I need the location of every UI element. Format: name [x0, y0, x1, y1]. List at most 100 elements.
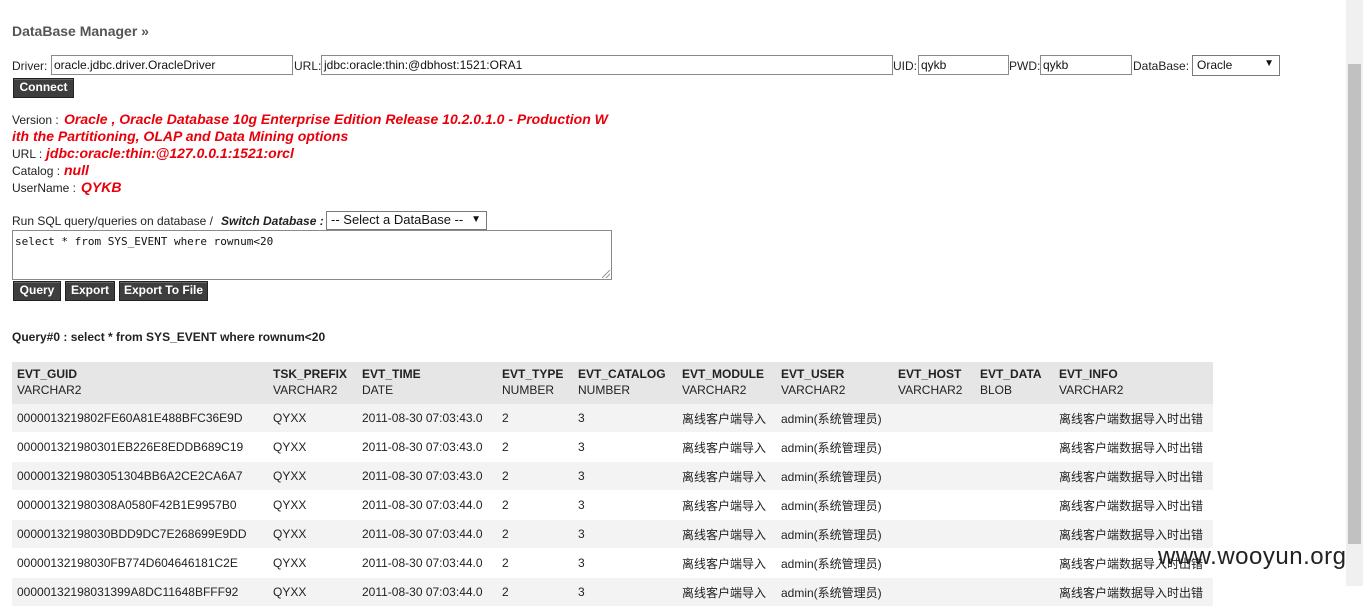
- run-sql-label: Run SQL query/queries on database /: [12, 214, 214, 228]
- column-header[interactable]: EVT_GUID VARCHAR2: [12, 362, 268, 404]
- username-label: UserName :: [12, 181, 77, 195]
- table-cell: 00000132198030BDD9DC7E268699E9DD: [12, 519, 268, 549]
- vertical-scrollbar[interactable]: [1346, 0, 1363, 586]
- scrollbar-thumb[interactable]: [1348, 64, 1361, 544]
- table-cell: 离线客户端数据导入时出错: [1054, 404, 1213, 433]
- table-cell: 离线客户端导入: [677, 404, 776, 433]
- column-header[interactable]: EVT_INFO VARCHAR2: [1054, 362, 1213, 404]
- table-cell: 2011-08-30 07:03:43.0: [357, 404, 497, 433]
- table-cell: 0000013219802FE60A81E488BFC36E9D: [12, 404, 268, 433]
- database-select-value: Oracle: [1197, 58, 1233, 72]
- table-cell: 离线客户端导入: [677, 519, 776, 549]
- column-header[interactable]: EVT_TIME DATE: [357, 362, 497, 404]
- table-cell: 2: [497, 577, 573, 607]
- table-row: 0000013219803051304BB6A2CE2CA6A7 QYXX 2011…: [12, 461, 1213, 491]
- table-row: 00000132198030BDD9DC7E268699E9DD QYXX 2011…: [12, 519, 1213, 549]
- username-value: QYKB: [81, 179, 122, 195]
- column-header[interactable]: EVT_DATA BLOB: [975, 362, 1054, 404]
- column-header[interactable]: EVT_TYPE NUMBER: [497, 362, 573, 404]
- table-cell: 2: [497, 404, 573, 433]
- table-cell: [975, 548, 1054, 578]
- dropdown-arrow-icon: ▼: [471, 214, 481, 225]
- table-cell: admin(系统管理员): [776, 577, 893, 607]
- table-cell: QYXX: [268, 432, 357, 462]
- query-result-title: Query#0 : select * from SYS_EVENT where …: [12, 330, 326, 344]
- table-cell: admin(系统管理员): [776, 548, 893, 578]
- table-cell: 离线客户端数据导入时出错: [1054, 461, 1213, 491]
- table-cell: [893, 404, 975, 433]
- table-cell: 离线客户端数据导入时出错: [1054, 577, 1213, 607]
- table-cell: [893, 490, 975, 520]
- switch-database-value: -- Select a DataBase --: [331, 212, 464, 227]
- column-header[interactable]: EVT_HOST VARCHAR2: [893, 362, 975, 404]
- export-button[interactable]: Export: [65, 281, 115, 301]
- query-button[interactable]: Query: [13, 281, 61, 301]
- url-input[interactable]: jdbc:oracle:thin:@dbhost:1521:ORA1: [321, 55, 893, 75]
- version-value-line1: Oracle , Oracle Database 10g Enterprise …: [64, 111, 608, 127]
- switch-database-label: Switch Database :: [221, 214, 324, 228]
- column-header[interactable]: EVT_MODULE VARCHAR2: [677, 362, 776, 404]
- table-cell: 00000132198030FB774D604646181C2E: [12, 548, 268, 578]
- driver-label: Driver:: [12, 59, 48, 73]
- table-cell: [893, 519, 975, 549]
- database-label: DataBase:: [1133, 59, 1190, 73]
- table-cell: QYXX: [268, 404, 357, 433]
- table-cell: 2: [497, 519, 573, 549]
- dropdown-arrow-icon: ▼: [1264, 58, 1274, 69]
- table-cell: 离线客户端数据导入时出错: [1054, 432, 1213, 462]
- table-cell: 00000132198031399A8DC11648BFFF92: [12, 577, 268, 607]
- table-cell: [893, 577, 975, 607]
- page-title: DataBase Manager »: [12, 23, 149, 39]
- database-select[interactable]: Oracle ▼: [1192, 55, 1280, 76]
- uid-input[interactable]: qykb: [918, 55, 1009, 75]
- table-cell: QYXX: [268, 577, 357, 607]
- connect-button[interactable]: Connect: [13, 78, 74, 98]
- table-cell: 3: [573, 432, 677, 462]
- table-cell: admin(系统管理员): [776, 490, 893, 520]
- table-cell: QYXX: [268, 490, 357, 520]
- table-cell: 离线客户端数据导入时出错: [1054, 490, 1213, 520]
- driver-input[interactable]: oracle.jdbc.driver.OracleDriver: [51, 55, 293, 75]
- table-cell: 3: [573, 461, 677, 491]
- result-table: EVT_GUID VARCHAR2 TSK_PREFIX VARCHAR2 EVT_…: [12, 362, 1213, 607]
- sql-textarea[interactable]: select * from SYS_EVENT where rownum<20: [12, 230, 612, 280]
- export-to-file-button[interactable]: Export To File: [119, 281, 208, 301]
- table-cell: 2011-08-30 07:03:43.0: [357, 432, 497, 462]
- table-cell: 3: [573, 519, 677, 549]
- column-header[interactable]: EVT_USER VARCHAR2: [776, 362, 893, 404]
- table-cell: [975, 519, 1054, 549]
- watermark: www.wooyun.org: [1158, 543, 1347, 570]
- info-url-value: jdbc:oracle:thin:@127.0.0.1:1521:orcl: [46, 145, 294, 161]
- table-cell: 000001321980301EB226E8EDDB689C19: [12, 432, 268, 462]
- column-header[interactable]: EVT_CATALOG NUMBER: [573, 362, 677, 404]
- table-cell: QYXX: [268, 461, 357, 491]
- pwd-input[interactable]: qykb: [1040, 55, 1132, 75]
- table-row: 00000132198031399A8DC11648BFFF92 QYXX 2011…: [12, 577, 1213, 607]
- table-cell: 2011-08-30 07:03:44.0: [357, 490, 497, 520]
- table-cell: admin(系统管理员): [776, 404, 893, 433]
- table-cell: [893, 548, 975, 578]
- switch-database-select[interactable]: -- Select a DataBase -- ▼: [326, 211, 487, 230]
- table-cell: 3: [573, 548, 677, 578]
- table-cell: 2: [497, 490, 573, 520]
- table-cell: 000001321980308A0580F42B1E9957B0: [12, 490, 268, 520]
- table-cell: [975, 404, 1054, 433]
- table-cell: QYXX: [268, 519, 357, 549]
- column-header[interactable]: TSK_PREFIX VARCHAR2: [268, 362, 357, 404]
- catalog-value: null: [64, 162, 89, 178]
- resize-handle-icon[interactable]: [602, 270, 610, 278]
- table-body: 0000013219802FE60A81E488BFC36E9D QYXX 2011…: [12, 404, 1213, 607]
- sql-text: select * from SYS_EVENT where rownum<20: [15, 235, 274, 248]
- table-row: 000001321980301EB226E8EDDB689C19 QYXX 2011…: [12, 432, 1213, 462]
- table-cell: 离线客户端导入: [677, 461, 776, 491]
- table-cell: [975, 461, 1054, 491]
- table-cell: [975, 577, 1054, 607]
- table-cell: 0000013219803051304BB6A2CE2CA6A7: [12, 461, 268, 491]
- table-cell: 3: [573, 577, 677, 607]
- table-cell: 离线客户端导入: [677, 577, 776, 607]
- table-cell: 2011-08-30 07:03:44.0: [357, 577, 497, 607]
- table-cell: 2011-08-30 07:03:44.0: [357, 519, 497, 549]
- catalog-label: Catalog :: [12, 164, 61, 178]
- table-row: 00000132198030FB774D604646181C2E QYXX 2011…: [12, 548, 1213, 578]
- table-cell: 2: [497, 548, 573, 578]
